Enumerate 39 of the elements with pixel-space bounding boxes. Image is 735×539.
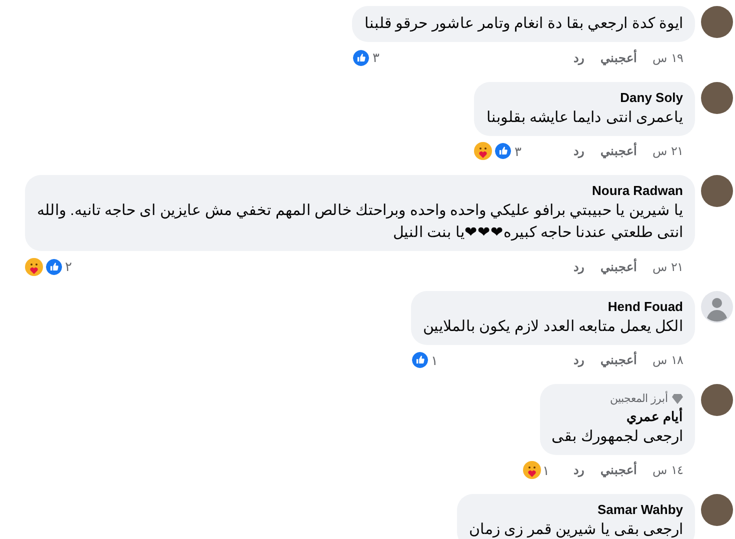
commenter-name[interactable]: Hend Fouad xyxy=(422,298,683,316)
commenter-name[interactable]: أيام عمري xyxy=(552,408,683,426)
top-fan-label: أبرز المعجبين xyxy=(610,391,668,407)
commenter-name[interactable]: Samar Wahby xyxy=(468,501,683,519)
reaction-count[interactable]: ١ xyxy=(430,350,438,370)
comment-time[interactable]: ١٨ س xyxy=(652,351,683,370)
reply-link[interactable]: رد xyxy=(574,461,585,480)
like-link[interactable]: أعجبني xyxy=(600,258,637,276)
reaction-count[interactable]: ٢ xyxy=(65,257,72,276)
commenter-name[interactable]: Dany Soly xyxy=(486,88,683,106)
avatar-photo-placeholder[interactable] xyxy=(701,175,733,207)
comment-text: ارجعى بقى يا شيرين قمر زى زمان xyxy=(468,520,683,539)
comment-time[interactable]: ٢١ س xyxy=(652,142,683,160)
avatar-photo-placeholder[interactable] xyxy=(701,384,733,416)
comment-text: ارجعى لجمهورك بقى xyxy=(552,426,683,447)
reply-link[interactable]: رد xyxy=(574,142,585,160)
reply-link[interactable]: رد xyxy=(574,48,585,67)
reply-link[interactable]: رد xyxy=(574,258,585,276)
reaction-count[interactable]: ١ xyxy=(542,460,550,480)
reaction-count[interactable]: ٣ xyxy=(372,48,380,68)
like-link[interactable]: أعجبني xyxy=(600,351,637,370)
diamond-icon xyxy=(672,394,683,404)
comment-text: الكل يعمل متابعه العدد لازم يكون بالملايين xyxy=(422,316,683,337)
avatar-photo-placeholder[interactable] xyxy=(701,494,733,526)
reaction-count[interactable]: ٣ xyxy=(514,142,522,161)
reply-link[interactable]: رد xyxy=(574,351,585,370)
like-link[interactable]: أعجبني xyxy=(600,142,637,160)
avatar-silhouette-icon[interactable] xyxy=(701,290,733,322)
avatar-photo-placeholder[interactable] xyxy=(701,6,733,38)
comment-text: ايوة كدة ارجعي بقا دة انغام وتامر عاشور حرقو قلبنا xyxy=(364,14,683,34)
comment-text: ياعمرى انتى دايما عايشه بقلوبنا xyxy=(486,108,683,128)
comment-text: يا شيرين يا حبيبتي برافو عليكي واحده واحده وبراحتك خالص المهم تخفي مش عايزين اى حاجه تانيه. والله انتى طلعتي عندنا حاجه كبيره❤❤❤يا بنت النيل xyxy=(37,201,683,243)
like-link[interactable]: أعجبني xyxy=(600,461,637,480)
comment-time[interactable]: ١٩ س xyxy=(652,48,683,67)
like-link[interactable]: أعجبني xyxy=(600,48,637,67)
avatar-photo-placeholder[interactable] xyxy=(701,82,733,114)
comment-time[interactable]: ١٤ س xyxy=(652,461,683,480)
comment-time[interactable]: ٢١ س xyxy=(652,258,683,276)
commenter-name[interactable]: Noura Radwan xyxy=(37,182,683,200)
